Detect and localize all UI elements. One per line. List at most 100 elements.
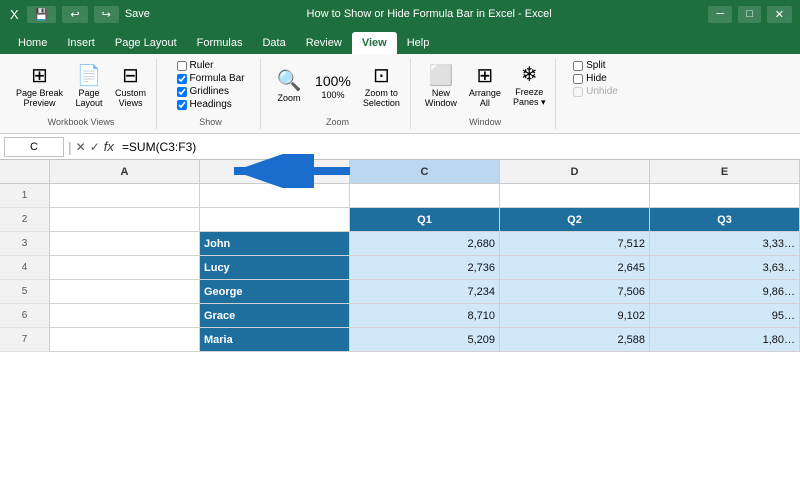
gridlines-checkbox[interactable] bbox=[177, 87, 187, 97]
group-workbook-views: ⊞ Page BreakPreview 📄 PageLayout ⊟ Custo… bbox=[6, 58, 157, 129]
hide-checkbox-row[interactable]: Hide bbox=[573, 73, 618, 84]
cell-c7[interactable]: 5,209 bbox=[350, 328, 500, 352]
hide-checkbox[interactable] bbox=[573, 74, 583, 84]
row-num: 6 bbox=[0, 304, 50, 328]
cell-a3[interactable] bbox=[50, 232, 200, 256]
custom-views-label: CustomViews bbox=[115, 88, 146, 108]
col-header-d[interactable]: D bbox=[500, 160, 650, 183]
cell-a1[interactable] bbox=[50, 184, 200, 208]
freeze-panes-icon: ❄ bbox=[521, 65, 538, 85]
gridlines-checkbox-row[interactable]: Gridlines bbox=[177, 86, 245, 97]
cell-d7[interactable]: 2,588 bbox=[500, 328, 650, 352]
cell-c4[interactable]: 2,736 bbox=[350, 256, 500, 280]
confirm-formula-icon[interactable]: ✓ bbox=[90, 140, 100, 154]
cell-d3[interactable]: 7,512 bbox=[500, 232, 650, 256]
tab-view[interactable]: View bbox=[352, 32, 397, 54]
split-hide-items: Split Hide Unhide bbox=[573, 60, 618, 111]
tab-formulas[interactable]: Formulas bbox=[187, 32, 253, 54]
ribbon-content: ⊞ Page BreakPreview 📄 PageLayout ⊟ Custo… bbox=[0, 54, 800, 134]
cell-b7-maria[interactable]: Maria bbox=[200, 328, 350, 352]
zoom-100-label: 100% bbox=[321, 90, 344, 100]
cell-a4[interactable] bbox=[50, 256, 200, 280]
table-row: 7 Maria 5,209 2,588 1,80… bbox=[0, 328, 800, 352]
cell-b4-lucy[interactable]: Lucy bbox=[200, 256, 350, 280]
ribbon-tabs: Home Insert Page Layout Formulas Data Re… bbox=[0, 28, 800, 54]
formula-input[interactable] bbox=[118, 140, 796, 154]
maximize-button[interactable]: □ bbox=[738, 6, 761, 23]
cell-b3-john[interactable]: John bbox=[200, 232, 350, 256]
cell-c5[interactable]: 7,234 bbox=[350, 280, 500, 304]
zoom-to-selection-button[interactable]: ⊡ Zoom toSelection bbox=[359, 64, 404, 110]
col-header-c[interactable]: C bbox=[350, 160, 500, 183]
cell-e7[interactable]: 1,80… bbox=[650, 328, 800, 352]
save-button[interactable]: 💾 bbox=[27, 6, 57, 23]
name-box[interactable] bbox=[4, 137, 64, 157]
cell-a6[interactable] bbox=[50, 304, 200, 328]
formula-bar-checkbox[interactable] bbox=[177, 74, 187, 84]
cell-e4[interactable]: 3,63… bbox=[650, 256, 800, 280]
cell-a7[interactable] bbox=[50, 328, 200, 352]
cell-d5[interactable]: 7,506 bbox=[500, 280, 650, 304]
cell-e5[interactable]: 9,86… bbox=[650, 280, 800, 304]
headings-checkbox-row[interactable]: Headings bbox=[177, 99, 245, 110]
split-checkbox[interactable] bbox=[573, 61, 583, 71]
tab-page-layout[interactable]: Page Layout bbox=[105, 32, 187, 54]
formula-bar: | ✕ ✓ fx bbox=[0, 134, 800, 160]
group-show: Ruler Formula Bar Gridlines Headings Sho… bbox=[161, 58, 261, 129]
zoom-group-label: Zoom bbox=[265, 117, 410, 127]
show-group-label: Show bbox=[161, 117, 260, 127]
headings-checkbox[interactable] bbox=[177, 100, 187, 110]
page-break-preview-button[interactable]: ⊞ Page BreakPreview bbox=[12, 64, 67, 110]
tab-home[interactable]: Home bbox=[8, 32, 57, 54]
cell-e6[interactable]: 95… bbox=[650, 304, 800, 328]
cell-c2-q1[interactable]: Q1 bbox=[350, 208, 500, 232]
cell-a2[interactable] bbox=[50, 208, 200, 232]
cell-c3[interactable]: 2,680 bbox=[350, 232, 500, 256]
cell-c6[interactable]: 8,710 bbox=[350, 304, 500, 328]
formula-arrow bbox=[220, 154, 350, 188]
minimize-button[interactable]: ─ bbox=[708, 6, 732, 23]
split-checkbox-row[interactable]: Split bbox=[573, 60, 618, 71]
arrange-all-label: ArrangeAll bbox=[469, 88, 501, 108]
zoom-100-button[interactable]: 100% 100% bbox=[311, 72, 355, 102]
cell-c1[interactable] bbox=[350, 184, 500, 208]
cell-b5-george[interactable]: George bbox=[200, 280, 350, 304]
page-break-icon: ⊞ bbox=[31, 66, 48, 86]
undo-button[interactable]: ↩ bbox=[62, 6, 87, 23]
excel-icon: X bbox=[8, 5, 21, 24]
cell-d6[interactable]: 9,102 bbox=[500, 304, 650, 328]
cell-e2-q3[interactable]: Q3 bbox=[650, 208, 800, 232]
cell-b2[interactable] bbox=[200, 208, 350, 232]
spreadsheet: 1 2 Q1 Q2 Q3 3 John 2,680 7,512 3,33… 4 … bbox=[0, 184, 800, 352]
row-num: 4 bbox=[0, 256, 50, 280]
cancel-formula-icon[interactable]: ✕ bbox=[76, 140, 86, 154]
cell-d1[interactable] bbox=[500, 184, 650, 208]
col-header-e[interactable]: E bbox=[650, 160, 800, 183]
new-window-button[interactable]: ⬜ NewWindow bbox=[421, 64, 461, 110]
tab-review[interactable]: Review bbox=[296, 32, 352, 54]
cell-d2-q2[interactable]: Q2 bbox=[500, 208, 650, 232]
ruler-checkbox[interactable] bbox=[177, 61, 187, 71]
col-header-a[interactable]: A bbox=[50, 160, 200, 183]
zoom-button[interactable]: 🔍 Zoom bbox=[271, 69, 307, 105]
tab-help[interactable]: Help bbox=[397, 32, 440, 54]
freeze-panes-button[interactable]: ❄ FreezePanes ▾ bbox=[509, 63, 550, 110]
table-row: 3 John 2,680 7,512 3,33… bbox=[0, 232, 800, 256]
ruler-checkbox-row[interactable]: Ruler bbox=[177, 60, 245, 71]
page-layout-button[interactable]: 📄 PageLayout bbox=[71, 64, 107, 110]
close-button[interactable]: ✕ bbox=[767, 6, 792, 23]
cell-e1[interactable] bbox=[650, 184, 800, 208]
tab-insert[interactable]: Insert bbox=[57, 32, 105, 54]
custom-views-button[interactable]: ⊟ CustomViews bbox=[111, 64, 150, 110]
cell-b6-grace[interactable]: Grace bbox=[200, 304, 350, 328]
cell-d4[interactable]: 2,645 bbox=[500, 256, 650, 280]
cell-a5[interactable] bbox=[50, 280, 200, 304]
table-row: 5 George 7,234 7,506 9,86… bbox=[0, 280, 800, 304]
tab-data[interactable]: Data bbox=[252, 32, 295, 54]
formula-bar-checkbox-row[interactable]: Formula Bar bbox=[177, 73, 245, 84]
arrange-all-button[interactable]: ⊞ ArrangeAll bbox=[465, 64, 505, 110]
redo-button[interactable]: ↪ bbox=[94, 6, 119, 23]
fx-icon[interactable]: fx bbox=[104, 139, 114, 154]
cell-e3[interactable]: 3,33… bbox=[650, 232, 800, 256]
group-window: ⬜ NewWindow ⊞ ArrangeAll ❄ FreezePanes ▾… bbox=[415, 58, 557, 129]
